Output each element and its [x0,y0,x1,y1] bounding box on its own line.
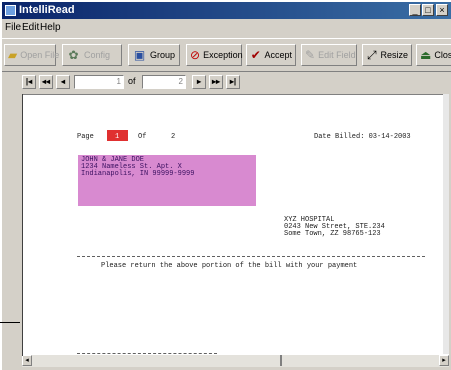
menu-bar: File Edit Help [2,20,451,36]
resize-icon: ⤢ [366,47,377,62]
open-file-button[interactable]: ▰ Open File [4,44,60,66]
date-billed: Date Billed: 03-14-2003 [314,133,411,141]
gears-icon: ✿ [68,47,79,62]
edit-field-button[interactable]: ✎ Edit Field [301,44,357,66]
app-window: IntelliRead _ □ × File Edit Help ▰ Open … [2,2,451,370]
exception-label: Exception [203,50,243,60]
page-navigation-bar: |◂ ◂◂ ◂ 1 of 2 ▸ ▸▸ ▸| [2,72,451,92]
minimize-button[interactable]: _ [409,4,421,16]
fast-forward-button[interactable]: ▸▸ [209,75,223,89]
page-of-label: Of [138,133,147,141]
config-label: Config [84,50,111,60]
accept-button[interactable]: ✔ Accept [246,44,296,66]
close-icon: ⏏ [420,47,432,62]
vertical-scrollbar[interactable] [443,94,449,356]
folder-open-icon: ▰ [8,47,18,62]
toolbar: ▰ Open File ✿ Config ▣ Group ⊘ Exception… [2,38,451,72]
hospital-address: XYZ HOSPITAL 0243 New Street, STE.234 So… [284,217,385,238]
exception-button[interactable]: ⊘ Exception [186,44,243,66]
menu-edit[interactable]: Edit [22,22,39,33]
close-label: Close [434,50,451,60]
pane-divider [22,94,23,356]
checkmark-icon: ✔ [250,47,261,62]
accept-label: Accept [264,50,292,60]
current-page-field[interactable]: 1 [74,75,124,89]
open-file-label: Open File [20,50,60,60]
close-button[interactable]: ⏏ Close [416,44,451,66]
title-bar[interactable]: IntelliRead _ □ × [2,2,451,19]
maximize-button[interactable]: □ [422,4,434,16]
previous-page-button[interactable]: ◂ [56,75,70,89]
resize-button[interactable]: ⤢ Resize [362,44,412,66]
first-page-button[interactable]: |◂ [22,75,36,89]
address-line: Indianapolis, IN 99999-9999 [81,170,195,178]
fast-back-button[interactable]: ◂◂ [39,75,53,89]
edit-field-label: Edit Field [318,50,356,60]
page-number: 1 [115,133,120,141]
hospital-line: Some Town, ZZ 98765-123 [284,230,381,238]
window-title: IntelliRead [19,4,75,16]
perforation-line [77,256,425,257]
horizontal-scrollbar[interactable]: ◂ ▸ [22,354,449,367]
close-window-button[interactable]: × [436,4,448,16]
address-block: JOHN & JANE DOE 1234 Nameless St. Apt. X… [78,155,256,206]
scroll-right-button[interactable]: ▸ [439,355,449,366]
group-label: Group [150,50,176,60]
document-view[interactable]: Page 1 Of 2 Date Billed: 03-14-2003 JOHN… [22,94,449,356]
next-page-button[interactable]: ▸ [192,75,206,89]
edit-icon: ✎ [305,47,316,62]
menu-help[interactable]: Help [40,22,61,33]
return-note: Please return the above portion of the b… [101,262,358,270]
page-total: 2 [171,133,176,141]
resize-label: Resize [380,50,408,60]
scroll-left-button[interactable]: ◂ [22,355,32,366]
menu-file[interactable]: File [5,22,21,33]
app-icon [5,5,16,16]
scroll-thumb[interactable] [280,355,282,366]
group-icon: ▣ [133,47,146,62]
total-pages-field: 2 [142,75,186,89]
of-label: of [128,76,136,86]
leader-line [0,322,20,323]
no-entry-icon: ⊘ [190,47,201,62]
config-button[interactable]: ✿ Config [62,44,122,66]
last-page-button[interactable]: ▸| [226,75,240,89]
page-label: Page [77,133,94,141]
group-button[interactable]: ▣ Group [128,44,180,66]
